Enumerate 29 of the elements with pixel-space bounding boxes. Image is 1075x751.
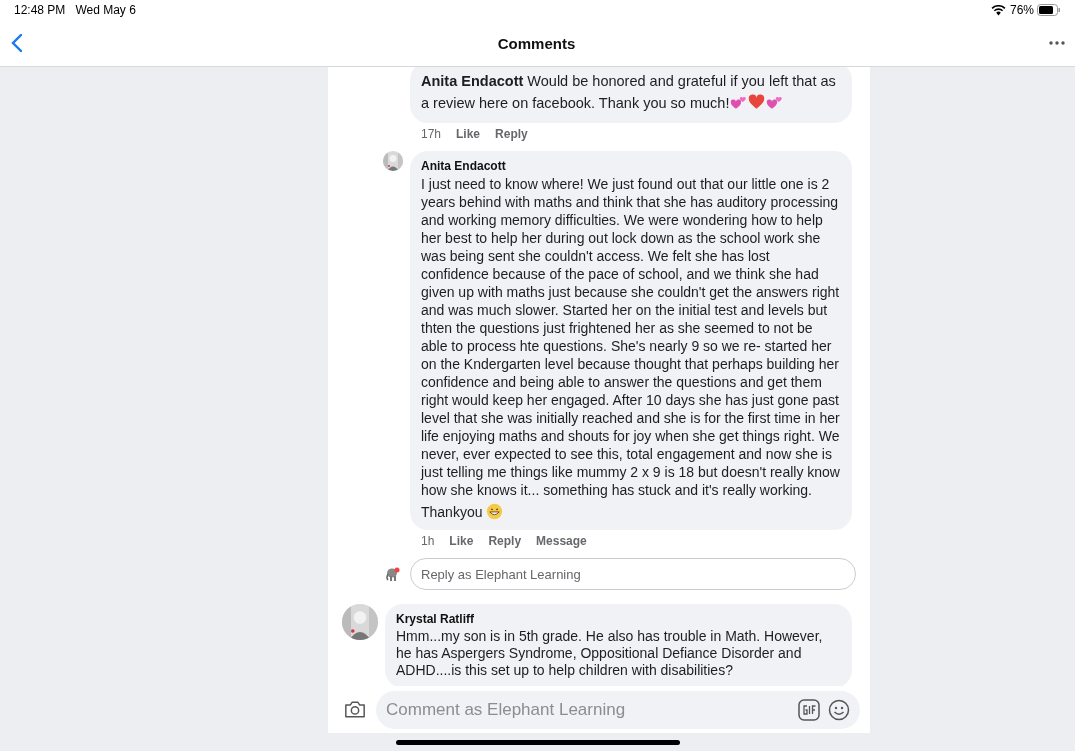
- two-hearts-icon: [730, 94, 748, 110]
- action-link[interactable]: Reply: [488, 534, 522, 548]
- battery-percent: 76%: [1009, 3, 1034, 17]
- comment-field[interactable]: Comment as Elephant Learning: [376, 690, 860, 729]
- comment-time: 1h: [421, 534, 435, 548]
- comment-text: Thankyou: [421, 503, 841, 521]
- two-hearts-icon: [766, 94, 784, 110]
- action-link[interactable]: Message: [536, 534, 587, 548]
- camera-icon[interactable]: [344, 700, 366, 719]
- author-name[interactable]: Krystal Ratliff: [396, 612, 841, 626]
- comment-time: 17h: [421, 127, 442, 141]
- gif-icon[interactable]: [798, 698, 820, 721]
- more-icon[interactable]: [1049, 41, 1065, 45]
- battery-icon: [1037, 4, 1061, 16]
- comment-text: Hmm...my son is in 5th grade. He also has trouble in Math. However, he has Aspergers Syndrome, Oppositional Defiance Disorder and ADHD....is this set up to help children with disabilities?: [396, 628, 824, 679]
- smiley-icon[interactable]: [828, 698, 850, 721]
- status-date: Wed May 6: [75, 3, 136, 17]
- action-link[interactable]: Like: [449, 534, 474, 548]
- comment-text: Anita Endacott Would be honored and grateful if you left that as a review here on facebook. Thank you so much!: [421, 72, 837, 113]
- action-link[interactable]: Like: [456, 127, 481, 141]
- status-time: 12:48 PM: [14, 3, 66, 17]
- grinning-face-icon: [486, 503, 504, 520]
- comment-text: I just need to know where! We just found out that our little one is 2 years behind with maths and think that she has auditory processing and working memory difficulties. We were wondering how to help her best to help her during out lock down as the school work she was being sent she couldn't access. We felt she has lost confidence because of the pace of school, and we think she had given up with maths just because she couldn't get the answers right and was much slower. Started her on the initial test and levels but thten the questions just frightened her as she seemed to not be able to process hte questions. She's nearly 9 so we re- started her on the Kndergarten level because thought that perhaps building her confidence and being able to answer the questions and get them right would keep her engaged. After 10 days she has just gone past level that she was initially reached and she is for the first time in her life enjoying maths and shouts for joy when she get things right. We never, ever expected to see this, total engagement and now she is just telling me things like mummy 2 x 9 is 18 but doesn't really know how she knows it... something has stuck and it's really working.: [421, 175, 841, 499]
- wifi-icon: [990, 4, 1006, 16]
- page-title: Comments: [496, 34, 577, 52]
- heart-icon: [748, 94, 766, 110]
- action-link[interactable]: Reply: [495, 127, 528, 141]
- author-name[interactable]: Anita Endacott: [421, 159, 841, 173]
- back-icon[interactable]: [10, 33, 24, 53]
